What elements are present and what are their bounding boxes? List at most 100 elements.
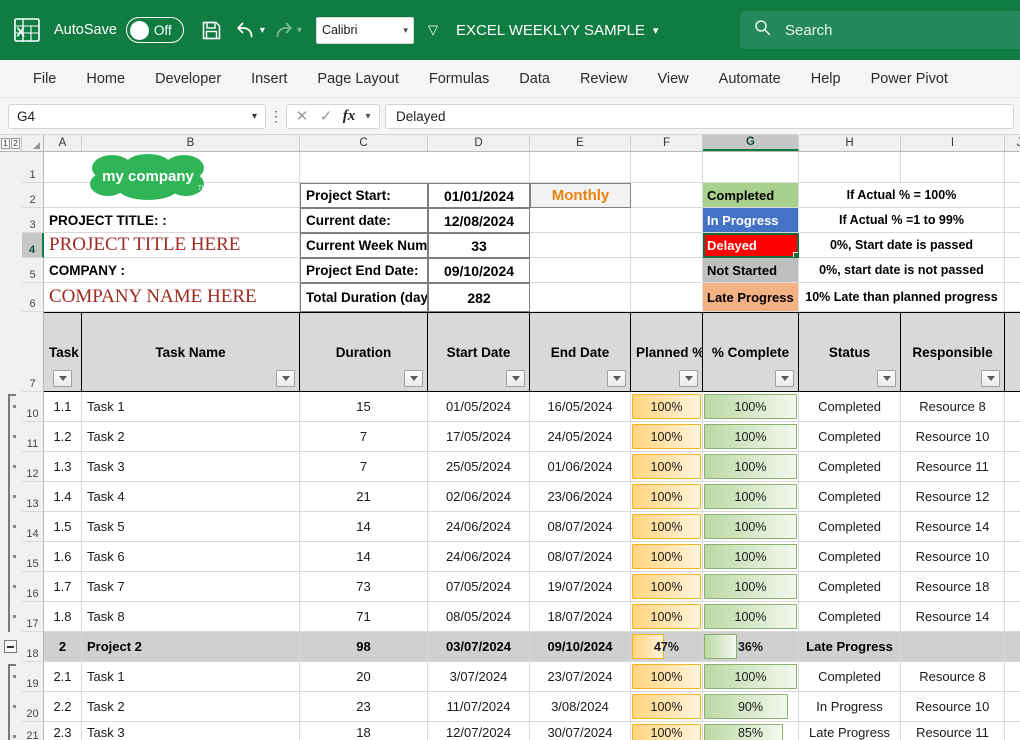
cell-percent-complete[interactable]: 85% xyxy=(703,722,799,740)
column-header-start-date[interactable]: Start Date xyxy=(428,312,530,392)
row-header-2[interactable]: 2 xyxy=(22,183,44,208)
ribbon-tab-home[interactable]: Home xyxy=(71,67,140,91)
cell-planned-percent[interactable]: 100% xyxy=(631,602,703,632)
column-header-A[interactable]: A xyxy=(44,135,82,151)
cell-duration[interactable]: 15 xyxy=(300,392,428,422)
cell-duration[interactable]: 14 xyxy=(300,512,428,542)
row-header-19[interactable]: 19 xyxy=(22,662,44,692)
cell-task-number[interactable]: 2.2 xyxy=(44,692,82,722)
filter-dropdown-icon[interactable] xyxy=(877,370,896,387)
cell-percent-complete[interactable]: 100% xyxy=(703,662,799,692)
cell-task-name[interactable]: Task 4 xyxy=(82,482,300,512)
function-icon[interactable]: fx xyxy=(339,108,359,125)
cell-planned-percent[interactable]: 47% xyxy=(631,632,703,662)
column-header-F[interactable]: F xyxy=(631,135,703,151)
cell-end-date[interactable]: 19/07/2024 xyxy=(530,572,631,602)
cell-task-name[interactable]: Task 3 xyxy=(82,452,300,482)
ribbon-tab-view[interactable]: View xyxy=(642,67,703,91)
filter-dropdown-icon[interactable] xyxy=(276,370,295,387)
check-icon[interactable]: ✓ xyxy=(315,107,337,125)
row-header-7[interactable]: 7 xyxy=(22,312,44,392)
cell-end-date[interactable]: 23/06/2024 xyxy=(530,482,631,512)
legend-swatch-inprogress[interactable]: In Progress xyxy=(703,208,799,233)
cell-planned-percent[interactable]: 100% xyxy=(631,692,703,722)
customize-toolbar-icon[interactable]: ▽ xyxy=(422,14,444,46)
cell-task-number[interactable]: 1.2 xyxy=(44,422,82,452)
highlight-label-5[interactable]: Total Duration (days): xyxy=(300,283,428,312)
cell-task-name[interactable]: Task 2 xyxy=(82,422,300,452)
cell-start-date[interactable]: 25/05/2024 xyxy=(428,452,530,482)
cell-end-date[interactable]: 08/07/2024 xyxy=(530,542,631,572)
cell-task-number[interactable]: 1.1 xyxy=(44,392,82,422)
cell-status[interactable]: Completed xyxy=(799,542,901,572)
filter-dropdown-icon[interactable] xyxy=(679,370,698,387)
cell-task-number[interactable]: 1.4 xyxy=(44,482,82,512)
cell-task-name[interactable]: Task 3 xyxy=(82,722,300,740)
header-left-5[interactable]: COMPANY : xyxy=(44,258,300,283)
outline-level-1-button[interactable]: 1 xyxy=(1,138,10,149)
cell-task-number[interactable]: 1.3 xyxy=(44,452,82,482)
cell-end-date[interactable]: 01/06/2024 xyxy=(530,452,631,482)
cell-start-date[interactable]: 07/05/2024 xyxy=(428,572,530,602)
cell-start-date[interactable]: 03/07/2024 xyxy=(428,632,530,662)
cancel-icon[interactable]: ✕ xyxy=(291,107,313,125)
cell-task-name[interactable]: Task 1 xyxy=(82,392,300,422)
column-header-B[interactable]: B xyxy=(82,135,300,151)
row-header-17[interactable]: 17 xyxy=(22,602,44,632)
row-header-14[interactable]: 14 xyxy=(22,512,44,542)
row-header-11[interactable]: 11 xyxy=(22,422,44,452)
column-header-task[interactable]: Task # xyxy=(44,312,82,392)
chevron-down-icon[interactable]: ▾ xyxy=(361,111,375,122)
cell-responsible[interactable]: Resource 10 xyxy=(901,422,1005,452)
cell-status[interactable]: Completed xyxy=(799,452,901,482)
column-header-status[interactable]: Status xyxy=(799,312,901,392)
cell-start-date[interactable]: 01/05/2024 xyxy=(428,392,530,422)
header-left-3[interactable]: PROJECT TITLE: : xyxy=(44,208,300,233)
highlight-label-3[interactable]: Current Week Num: xyxy=(300,233,428,258)
cell-duration[interactable]: 23 xyxy=(300,692,428,722)
cell-responsible[interactable]: Resource 14 xyxy=(901,602,1005,632)
column-header-planned[interactable]: Planned % xyxy=(631,312,703,392)
column-header-complete[interactable]: % Complete xyxy=(703,312,799,392)
column-header-J[interactable]: J xyxy=(1005,135,1020,151)
cell-duration[interactable]: 98 xyxy=(300,632,428,662)
cell-responsible[interactable]: Resource 10 xyxy=(901,542,1005,572)
ribbon-tab-file[interactable]: File xyxy=(18,67,71,91)
filter-dropdown-icon[interactable] xyxy=(53,370,72,387)
cell-percent-complete[interactable]: 90% xyxy=(703,692,799,722)
row-header-12[interactable]: 12 xyxy=(22,452,44,482)
cell-planned-percent[interactable]: 100% xyxy=(631,722,703,740)
row-header-15[interactable]: 15 xyxy=(22,542,44,572)
cell-percent-complete[interactable]: 100% xyxy=(703,422,799,452)
cell-status[interactable]: Completed xyxy=(799,662,901,692)
filter-dropdown-icon[interactable] xyxy=(981,370,1000,387)
cell-end-date[interactable]: 24/05/2024 xyxy=(530,422,631,452)
search-input[interactable]: Search xyxy=(740,11,1020,49)
row-header-13[interactable]: 13 xyxy=(22,482,44,512)
cell-responsible[interactable]: Resource 11 xyxy=(901,452,1005,482)
cell-planned-percent[interactable]: 100% xyxy=(631,422,703,452)
column-header-duration[interactable]: Duration xyxy=(300,312,428,392)
row-header-3[interactable]: 3 xyxy=(22,208,44,233)
cell-task-name[interactable]: Task 7 xyxy=(82,572,300,602)
legend-swatch-completed[interactable]: Completed xyxy=(703,183,799,208)
cell-end-date[interactable]: 3/08/2024 xyxy=(530,692,631,722)
cell-start-date[interactable]: 11/07/2024 xyxy=(428,692,530,722)
filter-dropdown-icon[interactable] xyxy=(506,370,525,387)
filter-dropdown-icon[interactable] xyxy=(404,370,423,387)
row-header-4[interactable]: 4 xyxy=(22,233,44,258)
cell-planned-percent[interactable]: 100% xyxy=(631,452,703,482)
document-title[interactable]: EXCEL WEEKLYY SAMPLE ▾ xyxy=(456,22,659,39)
cell-task-name[interactable]: Project 2 xyxy=(82,632,300,662)
cell-duration[interactable]: 7 xyxy=(300,422,428,452)
column-header-I[interactable]: I xyxy=(901,135,1005,151)
cell-start-date[interactable]: 12/07/2024 xyxy=(428,722,530,740)
column-header-task-name[interactable]: Task Name xyxy=(82,312,300,392)
legend-swatch-lateprogress[interactable]: Late Progress xyxy=(703,283,799,312)
cell-planned-percent[interactable]: 100% xyxy=(631,392,703,422)
cell-percent-complete[interactable]: 100% xyxy=(703,602,799,632)
cell-status[interactable]: Completed xyxy=(799,512,901,542)
highlight-value-2[interactable]: 12/08/2024 xyxy=(428,208,530,233)
cell-duration[interactable]: 20 xyxy=(300,662,428,692)
cell-responsible[interactable]: Resource 14 xyxy=(901,512,1005,542)
